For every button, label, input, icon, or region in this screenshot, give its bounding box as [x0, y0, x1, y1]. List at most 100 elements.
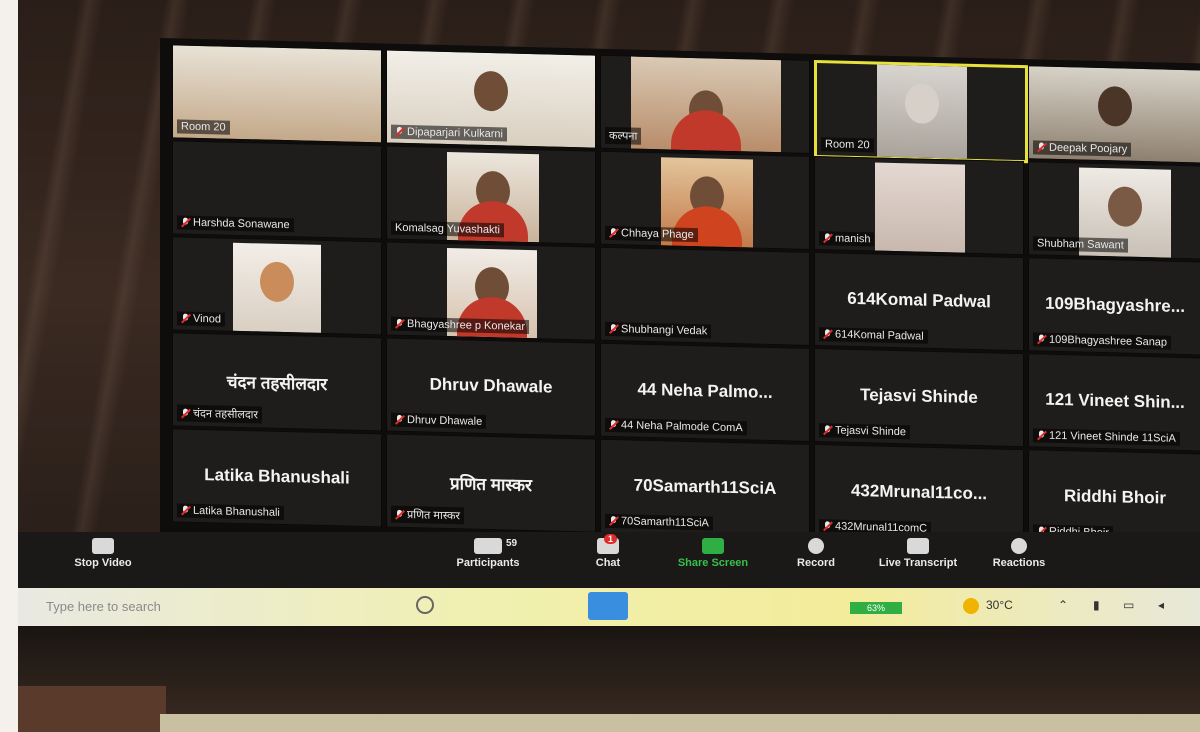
- participant-tile[interactable]: Room 20: [172, 44, 382, 144]
- participant-name: Chhaya Phage: [605, 225, 698, 243]
- mic-muted-icon: [823, 329, 832, 339]
- video-feed: [631, 56, 781, 153]
- participant-tile[interactable]: Deepak Poojary: [1028, 65, 1200, 164]
- participant-tile[interactable]: प्रणित मास्कर प्रणित मास्कर: [386, 433, 596, 533]
- video-feed: [875, 162, 965, 253]
- mic-muted-icon: [181, 408, 190, 418]
- participant-tile-active-speaker[interactable]: Room 20: [814, 59, 1028, 164]
- mic-muted-icon: [395, 415, 404, 425]
- share-screen-button[interactable]: Share Screen: [663, 538, 763, 569]
- video-feed: [877, 64, 967, 159]
- participant-tile[interactable]: Harshda Sonawane: [172, 140, 382, 240]
- video-camera-icon: [92, 538, 114, 554]
- participant-tile[interactable]: Dipaparjari Kulkarni: [386, 49, 596, 149]
- participant-tile[interactable]: Shubham Sawant: [1028, 161, 1200, 260]
- mic-muted-icon: [823, 521, 832, 531]
- participant-tile[interactable]: 121 Vineet Shin... 121 Vineet Shinde 11S…: [1028, 353, 1200, 452]
- chat-button[interactable]: 1 Chat: [588, 534, 628, 569]
- participant-name: 614Komal Padwal: [819, 327, 928, 344]
- reactions-button[interactable]: Reactions: [984, 538, 1054, 569]
- participant-display-name: Tejasvi Shinde: [860, 385, 978, 407]
- participant-name: Deepak Poojary: [1033, 140, 1132, 157]
- participant-tile[interactable]: manish: [814, 155, 1024, 256]
- participant-tile[interactable]: 109Bhagyashre... 109Bhagyashree Sanap: [1028, 257, 1200, 356]
- mic-muted-icon: [609, 228, 618, 238]
- participants-button[interactable]: Participants 59: [438, 538, 538, 569]
- participant-tile[interactable]: Latika Bhanushali Latika Bhanushali: [172, 428, 382, 528]
- mic-muted-icon: [609, 324, 618, 334]
- mic-muted-icon: [1037, 430, 1046, 440]
- participant-tile[interactable]: Tejasvi Shinde Tejasvi Shinde: [814, 347, 1024, 448]
- participant-name: चंदन तहसीलदार: [177, 404, 263, 424]
- participant-name: Room 20: [821, 137, 874, 153]
- mic-muted-icon: [609, 516, 618, 526]
- record-button[interactable]: Record: [786, 538, 846, 569]
- participant-name: manish: [819, 231, 875, 247]
- mic-muted-icon: [823, 233, 832, 243]
- participant-name: 70Samarth11SciA: [605, 513, 713, 531]
- participant-tile[interactable]: 70Samarth11SciA 70Samarth11SciA: [600, 438, 810, 538]
- participant-display-name: 44 Neha Palmo...: [637, 379, 773, 402]
- chevron-up-icon[interactable]: ⌃: [1058, 598, 1068, 612]
- video-feed: [233, 242, 321, 333]
- mic-muted-icon: [395, 319, 404, 329]
- volume-icon[interactable]: ◂: [1158, 598, 1164, 612]
- participant-tile[interactable]: 614Komal Padwal 614Komal Padwal: [814, 251, 1024, 352]
- participant-name: Komalsag Yuvashakti: [391, 220, 504, 238]
- participants-icon: [474, 538, 502, 554]
- participant-tile[interactable]: 44 Neha Palmo... 44 Neha Palmode ComA: [600, 342, 810, 442]
- participant-name: Shubhangi Vedak: [605, 321, 712, 339]
- zoom-gallery-view: Room 20 Dipaparjari Kulkarni कल्पना Room…: [160, 38, 1200, 564]
- participant-display-name: चंदन तहसीलदार: [226, 372, 328, 395]
- mic-muted-icon: [181, 218, 190, 228]
- participant-tile[interactable]: Chhaya Phage: [600, 150, 810, 250]
- participant-name: Latika Bhanushali: [177, 503, 284, 521]
- participant-display-name: Dhruv Dhawale: [429, 374, 553, 397]
- participant-tile[interactable]: Bhagyashree p Konekar: [386, 241, 596, 341]
- temperature-label: 30°C: [986, 598, 1013, 612]
- participant-name: 109Bhagyashree Sanap: [1033, 332, 1172, 350]
- participant-display-name: 121 Vineet Shin...: [1045, 389, 1185, 412]
- participant-display-name: 109Bhagyashre...: [1045, 293, 1185, 317]
- battery-indicator: 63%: [850, 602, 902, 614]
- participant-name: Vinod: [177, 311, 225, 327]
- participant-name: प्रणित मास्कर: [391, 505, 465, 525]
- participant-display-name: 614Komal Padwal: [847, 288, 991, 312]
- participant-name: 44 Neha Palmode ComA: [605, 417, 747, 436]
- network-icon[interactable]: ▭: [1123, 598, 1134, 612]
- live-transcript-button[interactable]: Live Transcript: [868, 538, 968, 569]
- closed-caption-icon: [907, 538, 929, 554]
- record-icon: [808, 538, 824, 554]
- zoom-app-icon[interactable]: [588, 592, 628, 620]
- participant-tile[interactable]: कल्पना: [600, 54, 810, 154]
- participant-tile[interactable]: 432Mrunal11co... 432Mrunal11comC: [814, 443, 1024, 544]
- weather-icon: [963, 598, 979, 614]
- smiley-icon: [1011, 538, 1027, 554]
- battery-icon: ▮: [1093, 598, 1100, 612]
- taskbar-search-input[interactable]: Type here to search: [26, 596, 416, 618]
- participant-name: Bhagyashree p Konekar: [391, 316, 530, 335]
- participant-tile[interactable]: Dhruv Dhawale Dhruv Dhawale: [386, 337, 596, 437]
- participant-name: 121 Vineet Shinde 11SciA: [1033, 428, 1180, 446]
- mic-muted-icon: [181, 506, 190, 516]
- participant-tile[interactable]: Shubhangi Vedak: [600, 246, 810, 346]
- participant-name: Dhruv Dhawale: [391, 412, 487, 429]
- participant-tile[interactable]: Komalsag Yuvashakti: [386, 145, 596, 245]
- meeting-toolbar: Stop Video Participants 59 1 Chat Share …: [18, 532, 1200, 588]
- desk-edge: [160, 714, 1200, 732]
- desk-object: [18, 686, 166, 732]
- participant-display-name: 432Mrunal11co...: [850, 480, 988, 504]
- participant-name: Shubham Sawant: [1033, 236, 1128, 253]
- mic-muted-icon: [1037, 334, 1046, 344]
- stop-video-button[interactable]: Stop Video: [58, 538, 148, 569]
- participant-name: कल्पना: [605, 126, 642, 145]
- participant-tile[interactable]: चंदन तहसीलदार चंदन तहसीलदार: [172, 332, 382, 432]
- mic-muted-icon: [609, 420, 618, 430]
- participant-name: Harshda Sonawane: [177, 215, 294, 233]
- cortana-icon[interactable]: [416, 596, 434, 614]
- mic-muted-icon: [395, 127, 404, 137]
- participant-name: Dipaparjari Kulkarni: [391, 124, 507, 142]
- participant-tile[interactable]: Vinod: [172, 236, 382, 336]
- chat-unread-badge: 1: [604, 534, 618, 544]
- participant-display-name: 70Samarth11SciA: [633, 475, 777, 499]
